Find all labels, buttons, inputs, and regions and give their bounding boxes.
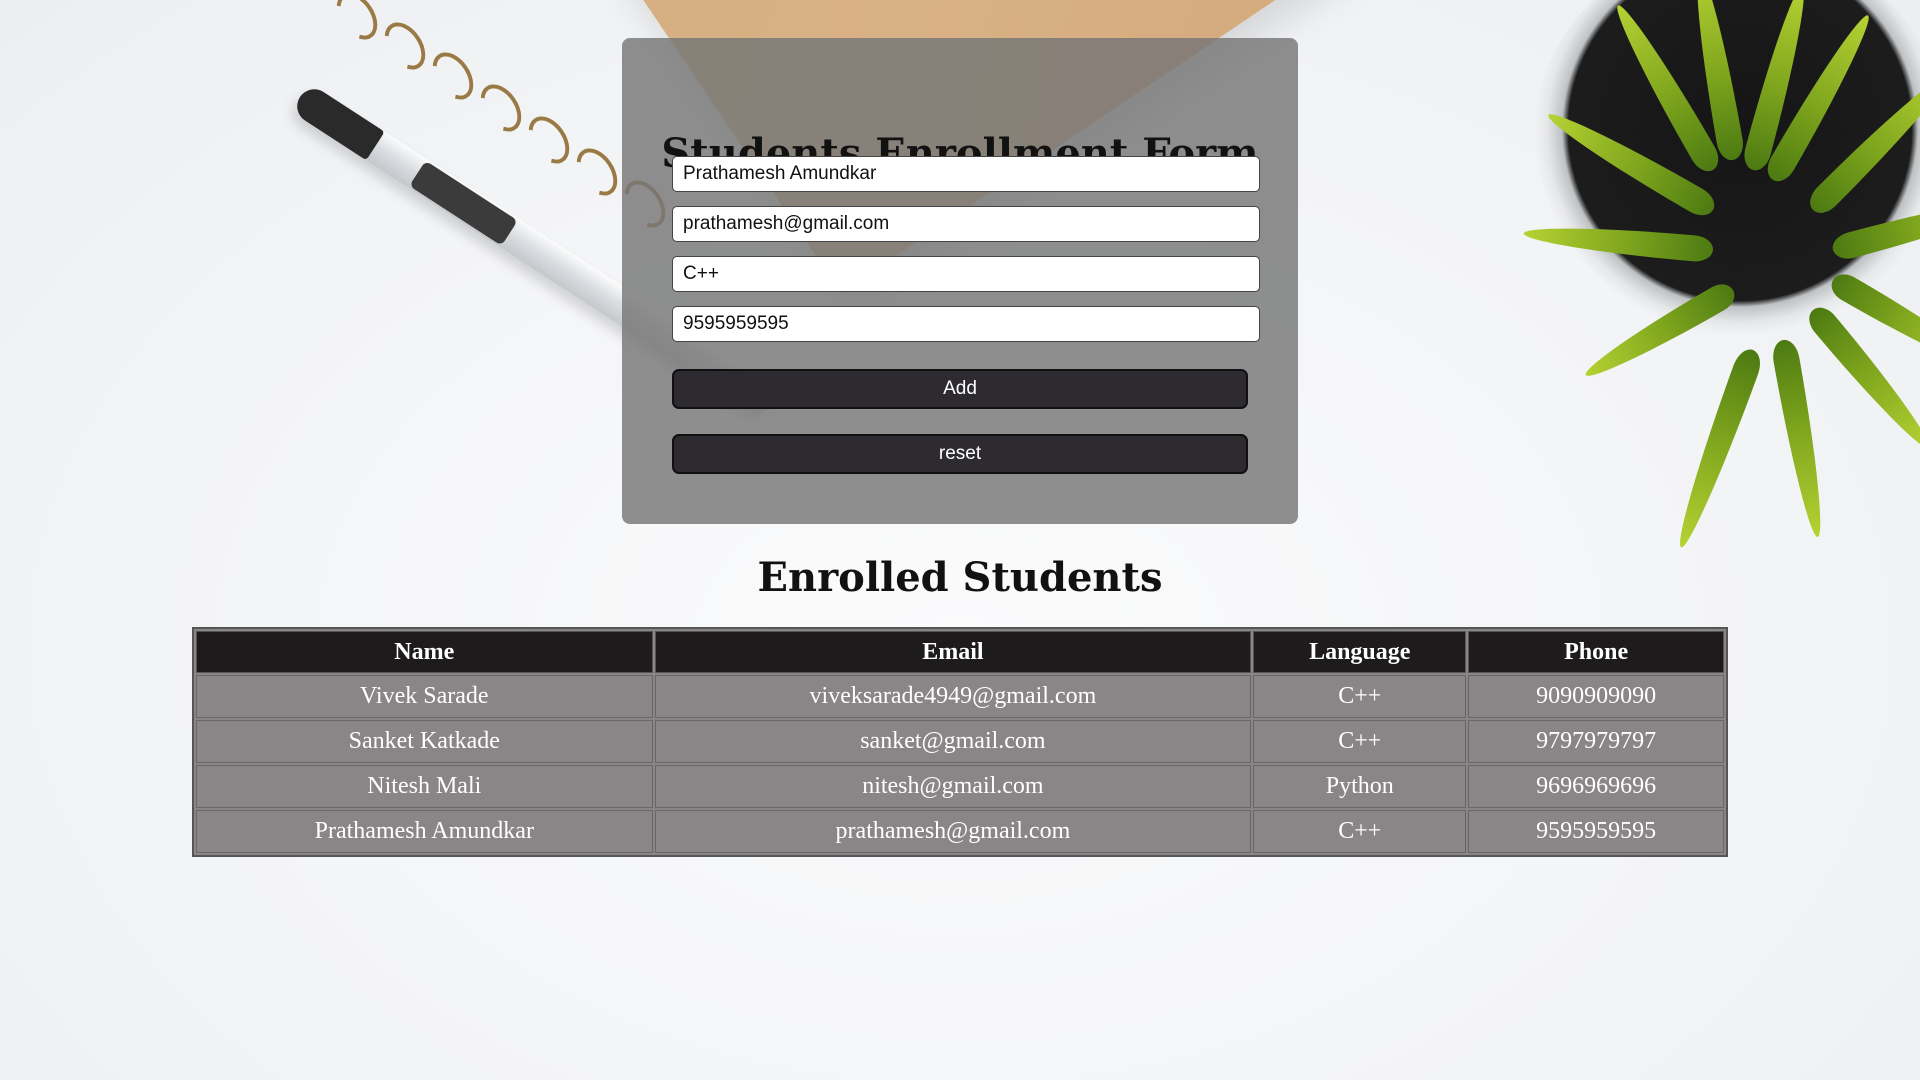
- reset-button[interactable]: reset: [672, 434, 1248, 474]
- table-header-row: Name Email Language Phone: [196, 631, 1724, 673]
- name-input[interactable]: [672, 156, 1260, 192]
- cell-language: C++: [1253, 720, 1467, 763]
- table-row: Prathamesh Amundkar prathamesh@gmail.com…: [196, 810, 1724, 853]
- cell-language: C++: [1253, 675, 1467, 718]
- cell-phone: 9797979797: [1468, 720, 1724, 763]
- enrollment-form: Students Enrollment Form Add reset: [622, 38, 1298, 524]
- students-table: Name Email Language Phone Vivek Sarade v…: [192, 627, 1728, 857]
- phone-input[interactable]: [672, 306, 1260, 342]
- enrolled-students-title: Enrolled Students: [757, 554, 1163, 601]
- cell-email: viveksarade4949@gmail.com: [654, 675, 1252, 718]
- cell-name: Vivek Sarade: [196, 675, 653, 718]
- column-header-name: Name: [196, 631, 653, 673]
- cell-email: prathamesh@gmail.com: [654, 810, 1252, 853]
- cell-name: Nitesh Mali: [196, 765, 653, 808]
- cell-name: Prathamesh Amundkar: [196, 810, 653, 853]
- email-input[interactable]: [672, 206, 1260, 242]
- language-input[interactable]: [672, 256, 1260, 292]
- cell-language: C++: [1253, 810, 1467, 853]
- column-header-phone: Phone: [1468, 631, 1724, 673]
- table-row: Vivek Sarade viveksarade4949@gmail.com C…: [196, 675, 1724, 718]
- cell-name: Sanket Katkade: [196, 720, 653, 763]
- add-button[interactable]: Add: [672, 369, 1248, 409]
- cell-email: nitesh@gmail.com: [654, 765, 1252, 808]
- cell-email: sanket@gmail.com: [654, 720, 1252, 763]
- cell-phone: 9696969696: [1468, 765, 1724, 808]
- cell-phone: 9090909090: [1468, 675, 1724, 718]
- cell-language: Python: [1253, 765, 1467, 808]
- column-header-language: Language: [1253, 631, 1467, 673]
- cell-phone: 9595959595: [1468, 810, 1724, 853]
- table-row: Nitesh Mali nitesh@gmail.com Python 9696…: [196, 765, 1724, 808]
- column-header-email: Email: [654, 631, 1252, 673]
- table-row: Sanket Katkade sanket@gmail.com C++ 9797…: [196, 720, 1724, 763]
